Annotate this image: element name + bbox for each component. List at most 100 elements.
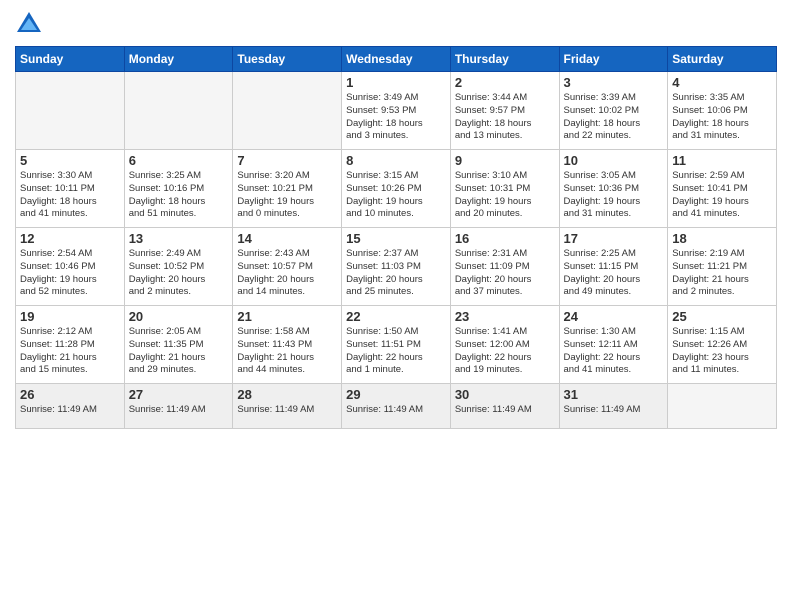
day-info: Sunrise: 11:49 AM: [20, 404, 120, 417]
calendar-body: 1 Sunrise: 3:49 AM Sunset: 9:53 PM Daylig…: [16, 72, 777, 429]
header-cell-thursday: Thursday: [450, 47, 559, 72]
day-number: 11: [672, 153, 772, 168]
day-number: 8: [346, 153, 446, 168]
day-cell: 7 Sunrise: 3:20 AM Sunset: 10:21 PM Dayli…: [233, 150, 342, 228]
day-number: 25: [672, 309, 772, 324]
day-cell: 29Sunrise: 11:49 AM: [342, 384, 451, 429]
day-number: 3: [564, 75, 664, 90]
day-cell: 16 Sunrise: 2:31 AM Sunset: 11:09 PM Dayl…: [450, 228, 559, 306]
day-info: Sunrise: 1:30 AM Sunset: 12:11 AM Daylig…: [564, 326, 664, 377]
day-info: Sunrise: 3:44 AM Sunset: 9:57 PM Dayligh…: [455, 92, 555, 143]
day-cell: 24 Sunrise: 1:30 AM Sunset: 12:11 AM Dayl…: [559, 306, 668, 384]
day-number: 20: [129, 309, 229, 324]
calendar-table: SundayMondayTuesdayWednesdayThursdayFrid…: [15, 46, 777, 429]
day-cell: 6Sunrise: 3:25 AM Sunset: 10:16 PM Dayli…: [124, 150, 233, 228]
day-number: 2: [455, 75, 555, 90]
header-cell-monday: Monday: [124, 47, 233, 72]
day-cell: 27 Sunrise: 11:49 AM: [124, 384, 233, 429]
day-cell: 11 Sunrise: 2:59 AM Sunset: 10:41 PM Dayl…: [668, 150, 777, 228]
day-cell: 15Sunrise: 2:37 AM Sunset: 11:03 PM Dayl…: [342, 228, 451, 306]
day-cell: 21 Sunrise: 1:58 AM Sunset: 11:43 PM Dayl…: [233, 306, 342, 384]
day-number: 12: [20, 231, 120, 246]
week-row-3: 12 Sunrise: 2:54 AM Sunset: 10:46 PM Dayl…: [16, 228, 777, 306]
week-row-5: 26Sunrise: 11:49 AM27Sunrise: 11:49 AM28…: [16, 384, 777, 429]
day-number: 27: [129, 387, 229, 402]
day-info: Sunrise: 2:54 AM Sunset: 10:46 PM Daylig…: [20, 248, 120, 299]
day-number: 18: [672, 231, 772, 246]
day-info: Sunrise: 3:35 AM Sunset: 10:06 PM Daylig…: [672, 92, 772, 143]
day-number: 6: [129, 153, 229, 168]
day-info: Sunrise: 1:15 AM Sunset: 12:26 AM Daylig…: [672, 326, 772, 377]
day-info: Sunrise: 11:49 AM: [129, 404, 229, 417]
day-cell: 25 Sunrise: 1:15 AM Sunset: 12:26 AM Dayl…: [668, 306, 777, 384]
day-cell: 5 Sunrise: 3:30 AM Sunset: 10:11 PM Dayli…: [16, 150, 125, 228]
day-info: Sunrise: 2:59 AM Sunset: 10:41 PM Daylig…: [672, 170, 772, 221]
day-cell: 30 Sunrise: 11:49 AM: [450, 384, 559, 429]
day-cell: 17Sunrise: 2:25 AM Sunset: 11:15 PM Dayl…: [559, 228, 668, 306]
day-cell: 1 Sunrise: 3:49 AM Sunset: 9:53 PM Daylig…: [342, 72, 451, 150]
day-info: Sunrise: 3:49 AM Sunset: 9:53 PM Dayligh…: [346, 92, 446, 143]
day-number: 21: [237, 309, 337, 324]
day-info: Sunrise: 3:05 AM Sunset: 10:36 PM Daylig…: [564, 170, 664, 221]
logo-icon: [15, 10, 43, 38]
day-number: 9: [455, 153, 555, 168]
day-number: 23: [455, 309, 555, 324]
day-number: 30: [455, 387, 555, 402]
day-number: 26: [20, 387, 120, 402]
day-cell: 9 Sunrise: 3:10 AM Sunset: 10:31 PM Dayli…: [450, 150, 559, 228]
day-number: 17: [564, 231, 664, 246]
day-number: 13: [129, 231, 229, 246]
page: SundayMondayTuesdayWednesdayThursdayFrid…: [0, 0, 792, 612]
day-number: 16: [455, 231, 555, 246]
day-number: 22: [346, 309, 446, 324]
day-number: 31: [564, 387, 664, 402]
calendar-header: SundayMondayTuesdayWednesdayThursdayFrid…: [16, 47, 777, 72]
day-info: Sunrise: 3:39 AM Sunset: 10:02 PM Daylig…: [564, 92, 664, 143]
day-info: Sunrise: 3:20 AM Sunset: 10:21 PM Daylig…: [237, 170, 337, 221]
day-info: Sunrise: 2:31 AM Sunset: 11:09 PM Daylig…: [455, 248, 555, 299]
week-row-2: 5 Sunrise: 3:30 AM Sunset: 10:11 PM Dayli…: [16, 150, 777, 228]
week-row-1: 1 Sunrise: 3:49 AM Sunset: 9:53 PM Daylig…: [16, 72, 777, 150]
day-cell: 12 Sunrise: 2:54 AM Sunset: 10:46 PM Dayl…: [16, 228, 125, 306]
day-info: Sunrise: 11:49 AM: [346, 404, 446, 417]
day-number: 7: [237, 153, 337, 168]
day-cell: 8 Sunrise: 3:15 AM Sunset: 10:26 PM Dayli…: [342, 150, 451, 228]
day-number: 5: [20, 153, 120, 168]
header-cell-wednesday: Wednesday: [342, 47, 451, 72]
day-info: Sunrise: 3:30 AM Sunset: 10:11 PM Daylig…: [20, 170, 120, 221]
day-info: Sunrise: 11:49 AM: [237, 404, 337, 417]
day-cell: 31 Sunrise: 11:49 AM: [559, 384, 668, 429]
day-cell: 28 Sunrise: 11:49 AM: [233, 384, 342, 429]
day-info: Sunrise: 1:58 AM Sunset: 11:43 PM Daylig…: [237, 326, 337, 377]
day-number: 10: [564, 153, 664, 168]
header-cell-saturday: Saturday: [668, 47, 777, 72]
header: [15, 10, 777, 38]
day-number: 24: [564, 309, 664, 324]
header-row: SundayMondayTuesdayWednesdayThursdayFrid…: [16, 47, 777, 72]
header-cell-sunday: Sunday: [16, 47, 125, 72]
day-info: Sunrise: 11:49 AM: [455, 404, 555, 417]
day-info: Sunrise: 3:15 AM Sunset: 10:26 PM Daylig…: [346, 170, 446, 221]
day-cell: [124, 72, 233, 150]
day-cell: 14Sunrise: 2:43 AM Sunset: 10:57 PM Dayl…: [233, 228, 342, 306]
day-info: Sunrise: 3:10 AM Sunset: 10:31 PM Daylig…: [455, 170, 555, 221]
day-cell: [16, 72, 125, 150]
day-cell: 23Sunrise: 1:41 AM Sunset: 12:00 AM Dayl…: [450, 306, 559, 384]
day-info: Sunrise: 11:49 AM: [564, 404, 664, 417]
day-cell: 22Sunrise: 1:50 AM Sunset: 11:51 PM Dayl…: [342, 306, 451, 384]
day-cell: 20 Sunrise: 2:05 AM Sunset: 11:35 PM Dayl…: [124, 306, 233, 384]
day-info: Sunrise: 2:43 AM Sunset: 10:57 PM Daylig…: [237, 248, 337, 299]
day-cell: [233, 72, 342, 150]
day-cell: 10 Sunrise: 3:05 AM Sunset: 10:36 PM Dayl…: [559, 150, 668, 228]
header-cell-friday: Friday: [559, 47, 668, 72]
day-cell: 18Sunrise: 2:19 AM Sunset: 11:21 PM Dayl…: [668, 228, 777, 306]
week-row-4: 19Sunrise: 2:12 AM Sunset: 11:28 PM Dayl…: [16, 306, 777, 384]
day-cell: 26 Sunrise: 11:49 AM: [16, 384, 125, 429]
day-cell: 3 Sunrise: 3:39 AM Sunset: 10:02 PM Dayli…: [559, 72, 668, 150]
day-cell: 13 Sunrise: 2:49 AM Sunset: 10:52 PM Dayl…: [124, 228, 233, 306]
day-number: 1: [346, 75, 446, 90]
day-cell: [668, 384, 777, 429]
day-info: Sunrise: 2:49 AM Sunset: 10:52 PM Daylig…: [129, 248, 229, 299]
day-info: Sunrise: 2:05 AM Sunset: 11:35 PM Daylig…: [129, 326, 229, 377]
day-number: 28: [237, 387, 337, 402]
